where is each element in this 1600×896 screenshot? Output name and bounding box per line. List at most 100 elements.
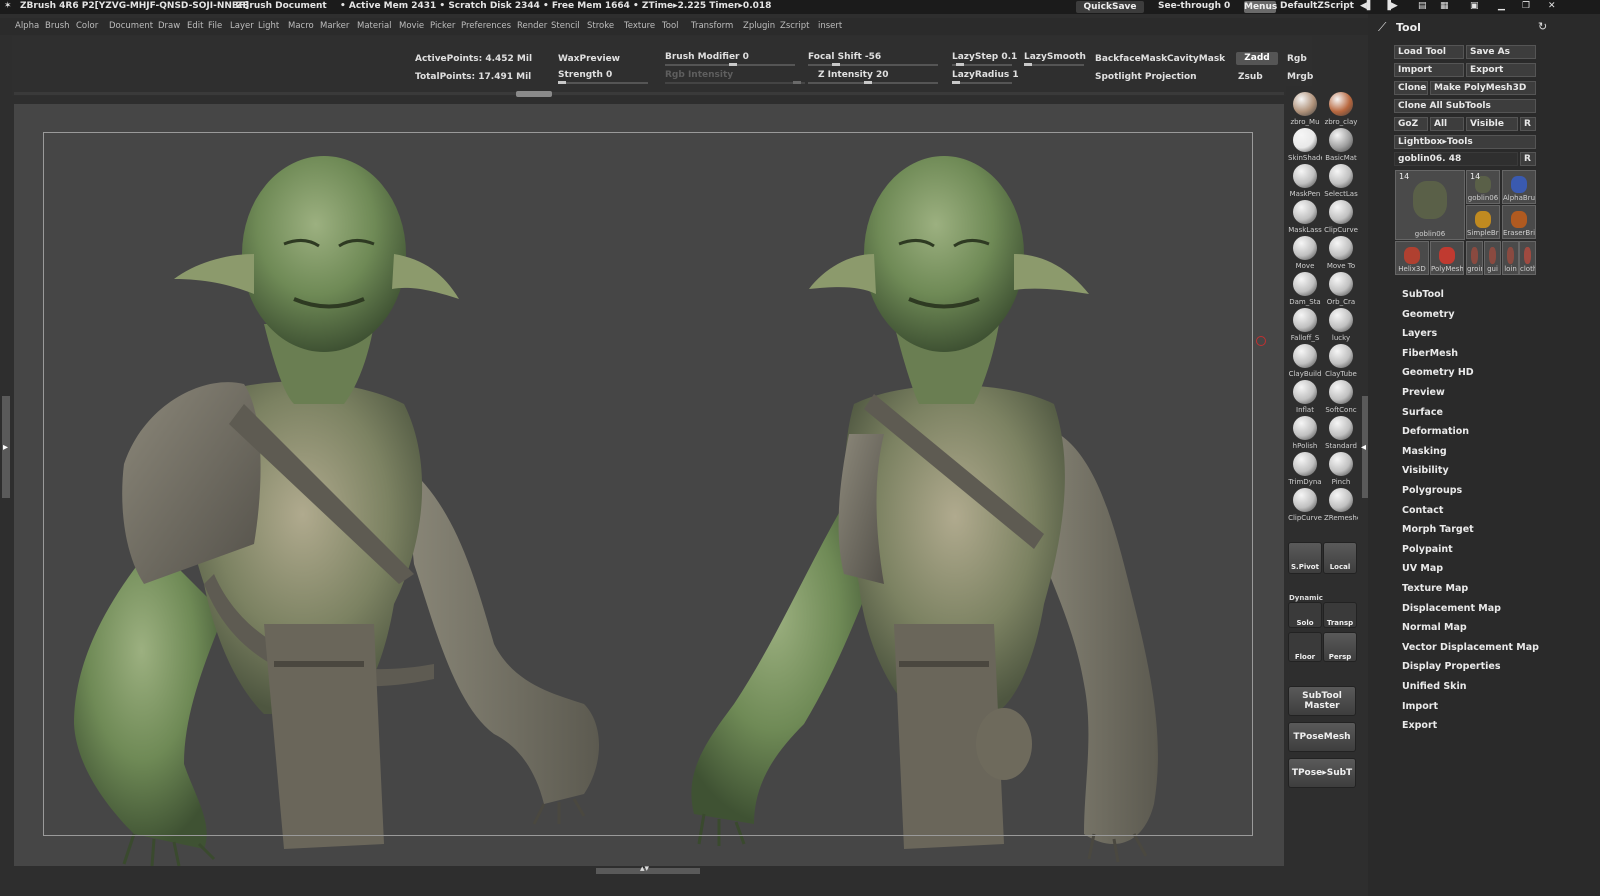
brush-pinch[interactable]: Pinch [1324,452,1358,486]
menu-render[interactable]: Render [517,21,547,31]
current-tool-slider[interactable]: goblin06. 48 [1394,152,1518,166]
menu-document[interactable]: Document [109,21,153,31]
menu-file[interactable]: File [208,21,222,31]
brush-move-to[interactable]: Move To [1324,236,1358,270]
menu-movie[interactable]: Movie [399,21,424,31]
strength-slider-label[interactable]: Strength 0 [558,70,612,80]
lazystep-slider[interactable] [952,63,1012,66]
tool-thumb-simplebri[interactable]: SimpleBri [1466,205,1500,239]
brush-claytube[interactable]: ClayTube [1324,344,1358,378]
brush-falloff-s[interactable]: Falloff_S [1288,308,1322,342]
clone-button[interactable]: Clone [1394,81,1428,95]
tpose-subt-button[interactable]: TPose▸SubT [1288,758,1356,788]
menu-preferences[interactable]: Preferences [461,21,511,31]
menu-macro[interactable]: Macro [288,21,314,31]
menu-texture[interactable]: Texture [624,21,655,31]
refresh-icon[interactable]: ↻ [1538,20,1547,33]
brush-skinshade[interactable]: SkinShade [1288,128,1322,162]
focal-shift-slider[interactable] [808,63,938,66]
brush-orb-cra[interactable]: Orb_Cra [1324,272,1358,306]
goz-all-button[interactable]: All [1430,117,1464,131]
brush-hpolish[interactable]: hPolish [1288,416,1322,450]
backface-mask-button[interactable]: BackfaceMask [1095,54,1167,64]
menu-insert[interactable]: insert [818,21,842,31]
brush-clipcurve[interactable]: ClipCurve [1288,488,1322,522]
strength-slider[interactable] [558,81,648,84]
z-intensity-slider[interactable] [808,81,938,84]
lazysmooth-label[interactable]: LazySmooth [1024,52,1086,62]
tool-section-uv-map[interactable]: UV Map [1402,563,1443,574]
rgb-button[interactable]: Rgb [1287,54,1307,64]
import-button[interactable]: Import [1394,63,1464,77]
brush-softconc[interactable]: SoftConc [1324,380,1358,414]
brush-basicmat[interactable]: BasicMat [1324,128,1358,162]
subtool-master-button[interactable]: SubTool Master [1288,686,1356,716]
brush-inflat[interactable]: Inflat [1288,380,1322,414]
brush-maskpen[interactable]: MaskPen [1288,164,1322,198]
tool-section-import[interactable]: Import [1402,701,1438,712]
lazyradius-slider[interactable] [952,81,1012,84]
menu-picker[interactable]: Picker [430,21,455,31]
tool-section-masking[interactable]: Masking [1402,446,1447,457]
clone-all-subtools-button[interactable]: Clone All SubTools [1394,99,1536,113]
goz-r-button[interactable]: R [1520,117,1536,131]
tool-section-vector-displacement-map[interactable]: Vector Displacement Map [1402,642,1539,653]
lock-icon[interactable]: ▣ [1470,1,1479,11]
tool-section-normal-map[interactable]: Normal Map [1402,622,1467,633]
brush-trimdyna[interactable]: TrimDyna [1288,452,1322,486]
lazysmooth-slider[interactable] [1024,63,1084,66]
brush-zbro-mu[interactable]: zbro_Mu [1288,92,1322,126]
menu-light[interactable]: Light [258,21,279,31]
make-polymesh3d-button[interactable]: Make PolyMesh3D [1430,81,1536,95]
brush-dam-sta[interactable]: Dam_Sta [1288,272,1322,306]
layout-icon[interactable]: ▤ [1418,1,1427,11]
tool-section-export[interactable]: Export [1402,720,1437,731]
tool-thumb-alphabrus[interactable]: AlphaBrus [1502,170,1536,204]
layout-next-icon[interactable]: ▐▶ [1384,1,1398,11]
lightbox-tools-button[interactable]: Lightbox▸Tools [1394,135,1536,149]
persp-button[interactable]: Persp [1323,632,1357,662]
menu-brush[interactable]: Brush [45,21,70,31]
menu-alpha[interactable]: Alpha [15,21,39,31]
menu-stroke[interactable]: Stroke [587,21,614,31]
menu-zplugin[interactable]: Zplugin [743,21,775,31]
tool-section-display-properties[interactable]: Display Properties [1402,661,1500,672]
zsub-button[interactable]: Zsub [1238,72,1263,82]
shelf-scroll-thumb[interactable] [516,91,552,97]
spivot-button[interactable]: S.Pivot [1288,542,1322,574]
tool-section-geometry[interactable]: Geometry [1402,309,1455,320]
tool-thumb-groin[interactable]: groin [1466,241,1483,275]
tool-section-morph-target[interactable]: Morph Target [1402,524,1474,535]
tool-section-fibermesh[interactable]: FiberMesh [1402,348,1458,359]
menu-transform[interactable]: Transform [691,21,733,31]
tool-thumb-helix3d[interactable]: Helix3D [1395,241,1429,275]
z-intensity-label[interactable]: Z Intensity 20 [818,70,889,80]
tool-section-deformation[interactable]: Deformation [1402,426,1469,437]
close-icon[interactable]: ✕ [1548,1,1556,11]
tool-section-polypaint[interactable]: Polypaint [1402,544,1453,555]
menus-toggle[interactable]: Menus [1244,1,1277,13]
tool-thumb-loin[interactable]: loin [1502,241,1519,275]
menu-marker[interactable]: Marker [320,21,349,31]
tool-section-geometry-hd[interactable]: Geometry HD [1402,367,1474,378]
menu-color[interactable]: Color [76,21,98,31]
maximize-icon[interactable]: ❐ [1522,1,1530,11]
shelf-scroll-track[interactable] [14,92,1284,95]
tool-thumb-polymesh[interactable]: PolyMesh [1430,241,1464,275]
cavity-mask-button[interactable]: CavityMask [1167,54,1225,64]
tool-thumb-goblin06[interactable]: 14 goblin06 [1395,170,1465,240]
layout-prev-icon[interactable]: ◀▌ [1360,1,1374,11]
bottom-tray-arrow-icon[interactable]: ▴▾ [640,864,649,874]
brush-selectlas[interactable]: SelectLas [1324,164,1358,198]
tool-section-layers[interactable]: Layers [1402,328,1437,339]
menu-zscript[interactable]: Zscript [780,21,810,31]
tool-section-surface[interactable]: Surface [1402,407,1443,418]
tool-section-contact[interactable]: Contact [1402,505,1443,516]
brush-lucky[interactable]: lucky [1324,308,1358,342]
tool-thumb-goblin06[interactable]: 14 goblin06 [1466,170,1500,204]
tool-thumb-gui[interactable]: gui [1484,241,1501,275]
brush-zbro-clay[interactable]: zbro_clay [1324,92,1358,126]
floor-button[interactable]: Floor [1288,632,1322,662]
focal-shift-label[interactable]: Focal Shift -56 [808,52,881,62]
mrgb-button[interactable]: Mrgb [1287,72,1313,82]
